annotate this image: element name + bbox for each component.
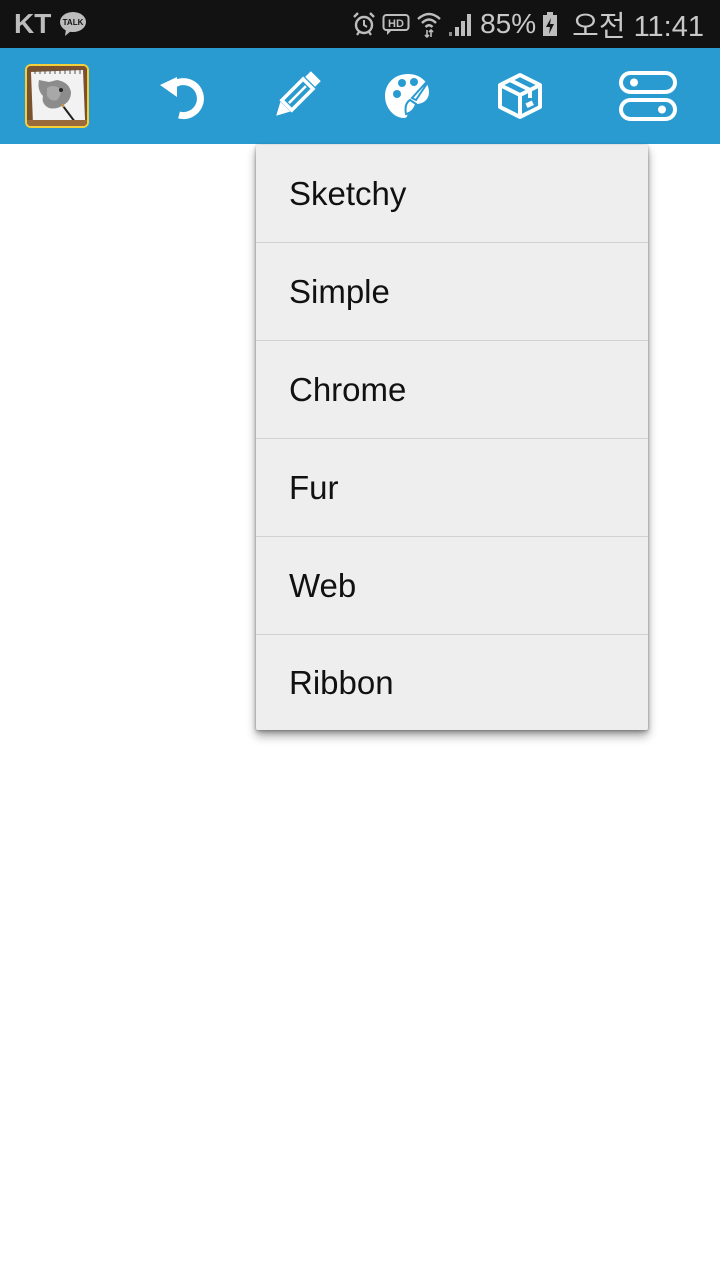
menu-item-label: Simple [289,272,390,310]
alarm-icon [352,11,376,37]
box-icon [498,73,542,119]
menu-item-chrome[interactable]: Chrome [256,341,648,439]
battery-charging-icon [542,11,558,37]
menu-item-label: Sketchy [289,174,407,212]
sketch-dog-thumbnail [27,66,87,126]
menu-item-label: Fur [289,468,339,506]
status-bar: KT TALK HD 85% 오전 11:41 [0,0,720,48]
menu-item-simple[interactable]: Simple [256,243,648,341]
settings-button[interactable] [600,48,696,144]
hd-text: HD [388,18,404,30]
undo-icon [160,77,204,120]
kakaotalk-icon: TALK [59,11,87,37]
menu-item-ribbon[interactable]: Ribbon [256,635,648,730]
toggles-icon [619,71,677,121]
clock: 오전 11:41 [572,11,704,43]
toolbar [0,48,720,144]
talk-text: TALK [63,18,84,27]
menu-item-label: Ribbon [289,663,394,701]
menu-item-label: Web [289,566,357,604]
undo-button[interactable] [134,48,230,144]
brush-dropdown-menu: Sketchy Simple Chrome Fur Web Ribbon [256,145,648,730]
app-thumbnail-button[interactable] [25,64,89,128]
system-status: HD 85% 오전 11:41 [352,0,704,48]
carrier-label: KT [14,8,52,39]
palette-icon [385,74,433,118]
wifi-icon [416,10,442,38]
battery-percent: 85% [480,8,537,39]
brush-button[interactable] [248,48,344,144]
signal-icon [448,11,472,37]
menu-item-label: Chrome [289,370,407,408]
package-button[interactable] [472,48,568,144]
menu-item-fur[interactable]: Fur [256,439,648,537]
hd-voice-icon: HD [382,12,410,36]
menu-item-sketchy[interactable]: Sketchy [256,145,648,243]
pencil-icon [276,71,321,116]
palette-button[interactable] [360,48,456,144]
menu-item-web[interactable]: Web [256,537,648,635]
